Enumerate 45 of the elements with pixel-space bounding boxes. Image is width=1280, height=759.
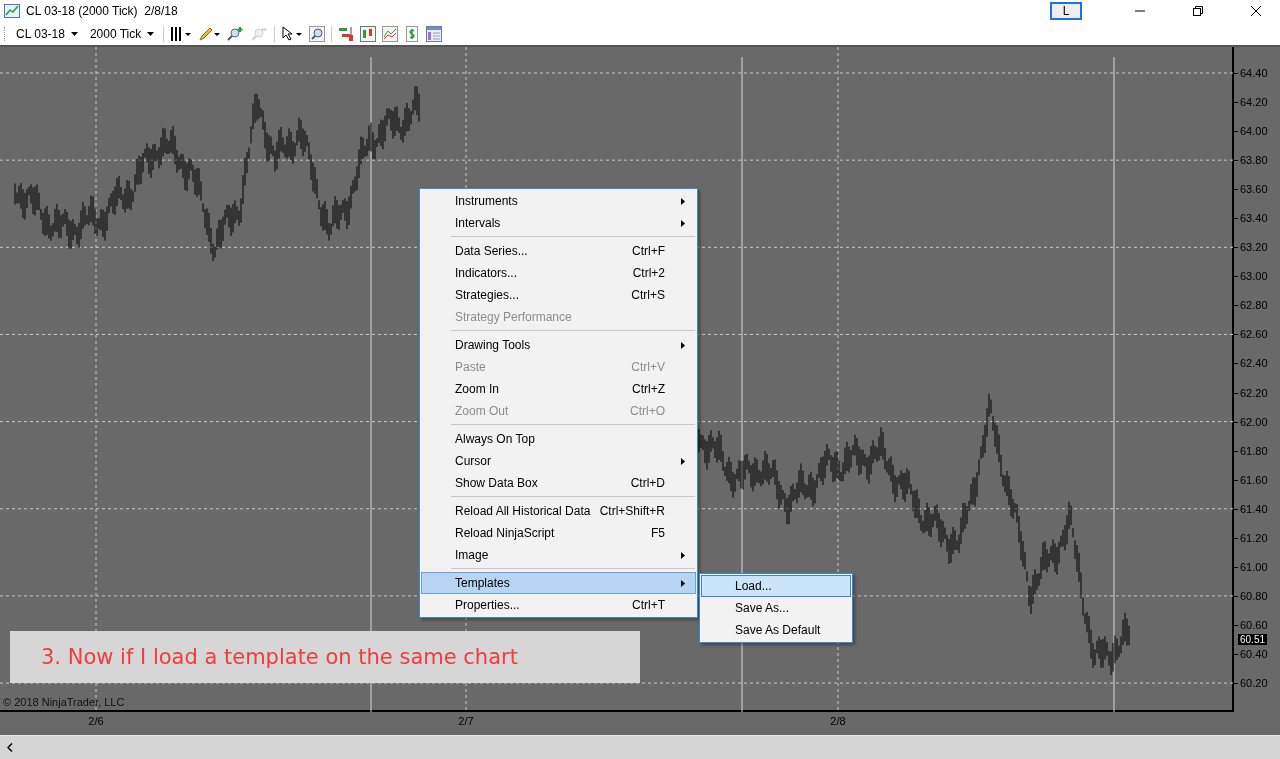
data-series-icon[interactable] <box>338 25 355 42</box>
menu-item[interactable]: Templates <box>421 572 696 594</box>
copyright-text: © 2018 NinjaTrader, LLC <box>3 696 125 708</box>
layout-button[interactable]: L <box>1050 2 1082 20</box>
interval-dropdown[interactable]: 2000 Tick <box>86 26 158 41</box>
annotation-text: 3. Now if I load a template on the same chart <box>41 645 518 669</box>
window-title: CL 03-18 (2000 Tick) 2/8/18 <box>26 4 178 18</box>
menu-item[interactable]: Indicators... Ctrl+2 <box>421 262 696 284</box>
properties-icon[interactable] <box>426 25 443 42</box>
line-chart-icon[interactable] <box>382 25 399 42</box>
axis-label: 2/7 <box>458 715 474 727</box>
menu-item[interactable]: Show Data Box Ctrl+D <box>421 472 696 494</box>
axis-label: 2/8 <box>830 715 846 727</box>
menu-item[interactable]: Properties... Ctrl+T <box>421 594 696 616</box>
menu-item[interactable]: Strategies... Ctrl+S <box>421 284 696 306</box>
menu-item[interactable]: Data Series... Ctrl+F <box>421 240 696 262</box>
search-icon[interactable] <box>309 25 326 42</box>
instrument-dropdown[interactable]: CL 03-18 <box>13 26 81 41</box>
menu-item[interactable]: Reload All Historical Data Ctrl+Shift+R <box>421 500 696 522</box>
last-price-label: 60.51 <box>1238 634 1268 645</box>
caret-icon <box>147 31 155 36</box>
menu-item[interactable]: Image <box>421 544 696 566</box>
menu-item[interactable]: Drawing Tools <box>421 334 696 356</box>
pointer-icon[interactable] <box>281 25 304 42</box>
menu-item[interactable]: Save As... <box>701 597 851 619</box>
caret-icon <box>70 31 78 36</box>
menu-item[interactable]: Instruments <box>421 190 696 212</box>
menu-item[interactable]: Load... <box>701 575 851 597</box>
menu-item[interactable]: Cursor <box>421 450 696 472</box>
axis-label: 2/6 <box>88 715 104 727</box>
menu-item[interactable]: Save As Default <box>701 619 851 641</box>
menu-item[interactable]: Zoom In Ctrl+Z <box>421 378 696 400</box>
menu-item[interactable]: Intervals <box>421 212 696 234</box>
horizontal-scrollbar[interactable] <box>0 735 1280 759</box>
candlestick-icon[interactable] <box>360 25 377 42</box>
zoom-in-icon[interactable] <box>226 25 245 42</box>
scroll-left-icon[interactable] <box>7 743 13 752</box>
chart-icon <box>4 4 20 18</box>
menu-item[interactable]: Always On Top <box>421 428 696 450</box>
close-icon[interactable] <box>1250 5 1262 17</box>
menu-item[interactable]: Reload NinjaScript F5 <box>421 522 696 544</box>
dollar-icon[interactable] <box>404 25 421 42</box>
pencil-icon[interactable] <box>198 25 221 42</box>
restore-icon[interactable] <box>1192 5 1204 17</box>
bar-style-icon[interactable] <box>170 25 193 42</box>
